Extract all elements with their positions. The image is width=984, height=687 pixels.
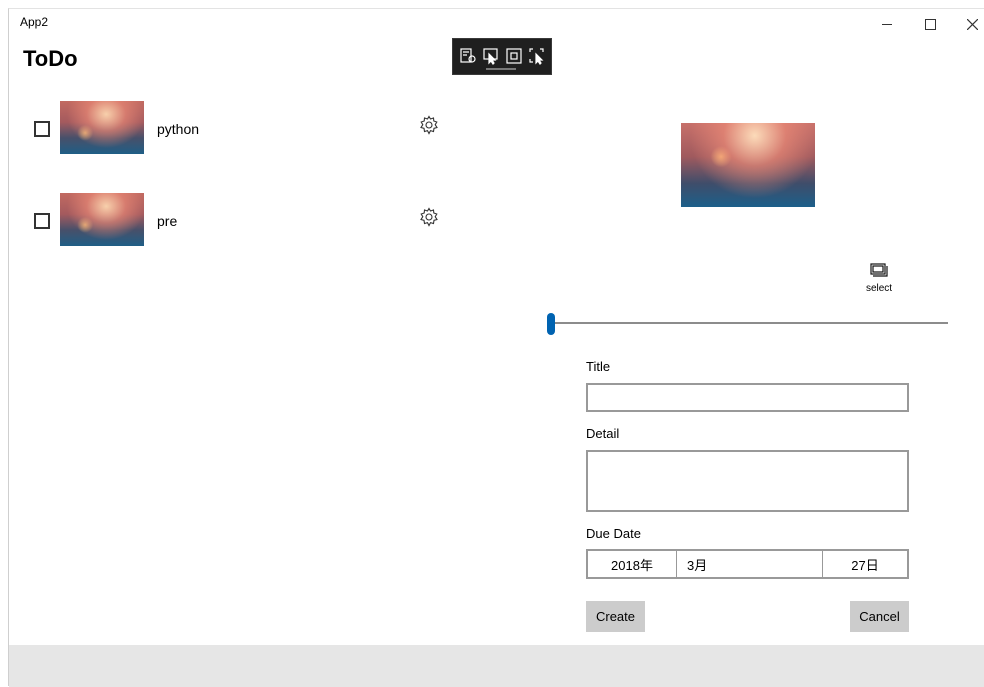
todo-thumbnail [60, 193, 144, 246]
todo-label: pre [157, 213, 178, 229]
create-button[interactable]: Create [586, 601, 645, 632]
xaml-debug-toolbar [452, 38, 552, 75]
track-focus-icon[interactable] [528, 47, 546, 65]
todo-checkbox[interactable] [34, 121, 50, 137]
page-title: ToDo [23, 46, 78, 71]
toolbar-drag-handle[interactable] [486, 68, 516, 70]
detail-label: Detail [586, 426, 620, 441]
image-preview [681, 123, 815, 207]
gear-icon[interactable] [419, 207, 439, 227]
maximize-button[interactable] [909, 9, 951, 39]
live-visual-tree-icon[interactable] [459, 47, 477, 65]
todo-label: python [157, 121, 200, 137]
select-label: select [865, 283, 893, 294]
maximize-icon [924, 18, 936, 30]
date-month[interactable]: 3月 [677, 551, 823, 577]
select-image-button[interactable]: select [856, 263, 902, 303]
display-layout-adorners-icon[interactable] [505, 47, 523, 65]
due-date-picker[interactable]: 2018年 3月 27日 [586, 549, 909, 579]
title-label: Title [586, 359, 611, 374]
date-day[interactable]: 27日 [823, 551, 907, 577]
app-window: App2 ToDo python pre select Title Detail… [8, 8, 984, 687]
due-date-label: Due Date [586, 526, 641, 541]
command-bar [9, 645, 984, 687]
title-bar[interactable]: App2 [9, 9, 984, 39]
cancel-button[interactable]: Cancel [850, 601, 909, 632]
date-year[interactable]: 2018年 [588, 551, 677, 577]
slider[interactable] [547, 313, 948, 335]
minimize-button[interactable] [866, 9, 908, 39]
gear-icon[interactable] [419, 115, 439, 135]
todo-checkbox[interactable] [34, 213, 50, 229]
list-item[interactable]: pre [34, 193, 454, 249]
detail-input[interactable] [586, 450, 909, 512]
window-title: App2 [20, 15, 49, 29]
todo-thumbnail [60, 101, 144, 154]
close-button[interactable] [951, 9, 984, 39]
title-input[interactable] [586, 383, 909, 412]
list-item[interactable]: python [34, 101, 454, 157]
slider-thumb[interactable] [547, 313, 555, 335]
select-image-icon [870, 263, 888, 277]
minimize-icon [882, 23, 892, 25]
select-element-icon[interactable] [482, 47, 500, 65]
close-icon [966, 18, 978, 30]
